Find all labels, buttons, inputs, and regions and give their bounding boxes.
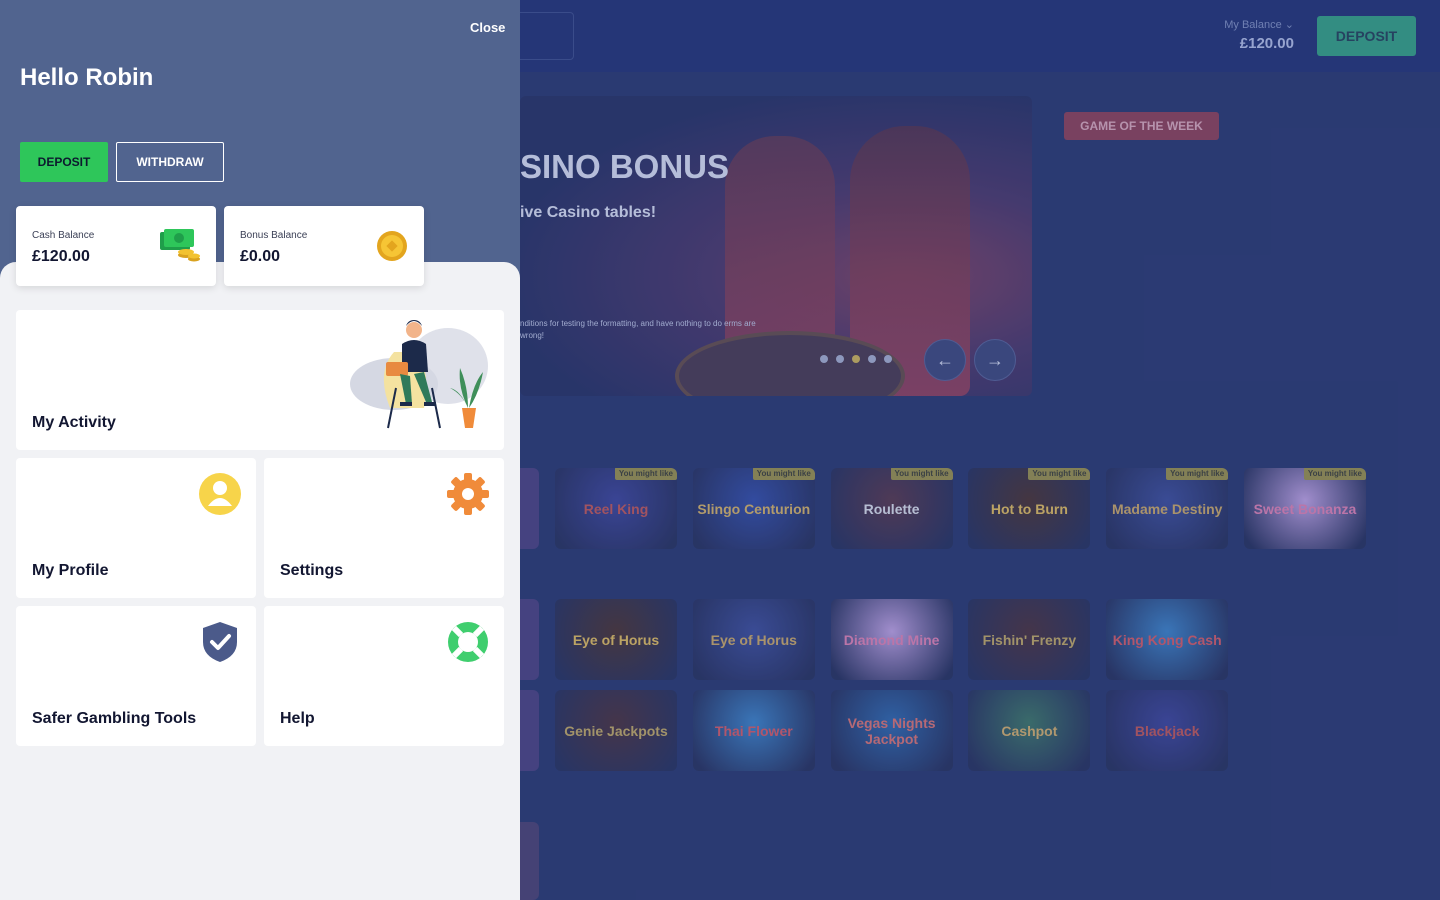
game-of-the-week-badge: GAME OF THE WEEK bbox=[1064, 112, 1219, 140]
game-tile[interactable]: Thai Flower bbox=[692, 690, 815, 771]
game-title: Hot to Burn bbox=[990, 500, 1068, 517]
settings-tile[interactable]: Settings bbox=[264, 458, 504, 598]
help-tile[interactable]: Help bbox=[264, 606, 504, 746]
help-label: Help bbox=[280, 710, 315, 727]
greeting-title: Hello Robin bbox=[20, 64, 154, 91]
arrow-left-icon[interactable]: ← bbox=[924, 339, 966, 381]
bonus-coin-icon bbox=[376, 230, 408, 267]
game-title: Vegas Nights Jackpot bbox=[847, 714, 936, 747]
carousel-dot[interactable] bbox=[884, 355, 892, 363]
carousel-dots bbox=[820, 355, 892, 363]
chevron-down-icon: ⌄ bbox=[1284, 19, 1294, 31]
safer-gambling-tile[interactable]: Safer Gambling Tools bbox=[16, 606, 256, 746]
recommendation-tag: You might like bbox=[1166, 468, 1229, 480]
deposit-button[interactable]: DEPOSIT bbox=[20, 142, 108, 182]
game-title: Reel King bbox=[583, 500, 649, 517]
game-title: Eye of Horus bbox=[710, 631, 797, 648]
game-title: Slingo Centurion bbox=[697, 500, 811, 517]
header-deposit-button[interactable]: DEPOSIT bbox=[1317, 16, 1416, 56]
game-title: Fishin' Frenzy bbox=[982, 631, 1077, 648]
my-profile-label: My Profile bbox=[32, 562, 109, 579]
game-title: Roulette bbox=[863, 500, 920, 517]
balance-value: £120.00 bbox=[1239, 35, 1294, 52]
game-tile[interactable]: Slingo Centurion You might like bbox=[692, 468, 815, 549]
person-laptop-illustration-icon bbox=[348, 318, 490, 443]
game-tile[interactable]: Genie Jackpots bbox=[555, 690, 677, 771]
game-title: King Kong Cash bbox=[1112, 631, 1222, 648]
game-title: Diamond Mine bbox=[843, 631, 940, 648]
game-tile[interactable]: Roulette You might like bbox=[830, 468, 953, 549]
close-button[interactable]: Close bbox=[470, 20, 505, 35]
game-title: Madame Destiny bbox=[1111, 500, 1223, 517]
game-tile[interactable]: Cashpot bbox=[968, 690, 1091, 771]
safer-gambling-label: Safer Gambling Tools bbox=[32, 710, 197, 727]
recommendation-tag: You might like bbox=[1028, 468, 1091, 480]
settings-label: Settings bbox=[280, 562, 344, 579]
bonus-balance-card: Bonus Balance £0.00 bbox=[224, 206, 424, 286]
banner-title: SINO BONUS bbox=[520, 148, 730, 185]
recommendation-tag: You might like bbox=[890, 468, 953, 480]
withdraw-button[interactable]: WITHDRAW bbox=[116, 142, 224, 182]
recommendation-tag: You might like bbox=[614, 468, 677, 480]
game-tile[interactable]: Fishin' Frenzy bbox=[968, 599, 1091, 680]
balance-dropdown[interactable]: My Balance ⌄ £120.00 bbox=[1214, 18, 1294, 52]
game-tile[interactable]: Reel King You might like bbox=[555, 468, 677, 549]
cash-money-icon bbox=[158, 228, 200, 269]
game-title: Eye of Horus bbox=[572, 631, 660, 648]
balance-label: My Balance bbox=[1224, 19, 1282, 31]
cash-balance-label: Cash Balance bbox=[32, 230, 95, 241]
recommendation-tag: You might like bbox=[752, 468, 815, 480]
game-tile[interactable]: Diamond Mine bbox=[830, 599, 953, 680]
game-title: Thai Flower bbox=[714, 722, 793, 739]
shield-check-icon bbox=[200, 620, 240, 669]
account-drawer: Close Hello Robin DEPOSIT WITHDRAW Cash … bbox=[0, 0, 520, 900]
carousel-dot-active[interactable] bbox=[852, 355, 860, 363]
game-tile[interactable]: Eye of Horus bbox=[692, 599, 815, 680]
carousel-dot[interactable] bbox=[820, 355, 828, 363]
bonus-balance-value: £0.00 bbox=[240, 248, 281, 265]
game-tile[interactable]: Blackjack bbox=[1106, 690, 1229, 771]
my-activity-tile[interactable]: My Activity bbox=[16, 310, 504, 450]
promo-banner[interactable]: SINO BONUS ive Casino tables! nditions f… bbox=[520, 96, 1032, 396]
recommendation-tag: You might like bbox=[1303, 468, 1366, 480]
game-tile[interactable]: Eye of Horus bbox=[555, 599, 677, 680]
game-title: Genie Jackpots bbox=[564, 722, 668, 739]
cash-balance-value: £120.00 bbox=[32, 248, 90, 265]
game-tile[interactable]: Sweet Bonanza You might like bbox=[1244, 468, 1366, 549]
lifebuoy-icon bbox=[446, 620, 490, 669]
bonus-balance-label: Bonus Balance bbox=[240, 230, 308, 241]
user-icon bbox=[198, 472, 242, 521]
carousel-dot[interactable] bbox=[836, 355, 844, 363]
game-tile[interactable]: Hot to Burn You might like bbox=[968, 468, 1091, 549]
game-title: Blackjack bbox=[1134, 722, 1200, 739]
game-title: Sweet Bonanza bbox=[1253, 500, 1357, 517]
banner-subtitle: ive Casino tables! bbox=[520, 204, 657, 221]
game-tile[interactable]: Vegas Nights Jackpot bbox=[830, 690, 953, 771]
game-tile[interactable]: King Kong Cash bbox=[1106, 599, 1229, 680]
my-activity-label: My Activity bbox=[32, 414, 116, 431]
my-profile-tile[interactable]: My Profile bbox=[16, 458, 256, 598]
game-title: Cashpot bbox=[1001, 722, 1058, 739]
carousel-dot[interactable] bbox=[868, 355, 876, 363]
banner-terms: nditions for testing the formatting, and… bbox=[520, 319, 756, 340]
game-tile[interactable]: Madame Destiny You might like bbox=[1106, 468, 1229, 549]
cash-balance-card: Cash Balance £120.00 bbox=[16, 206, 216, 286]
gear-icon bbox=[446, 472, 490, 521]
arrow-right-icon[interactable]: → bbox=[974, 339, 1016, 381]
